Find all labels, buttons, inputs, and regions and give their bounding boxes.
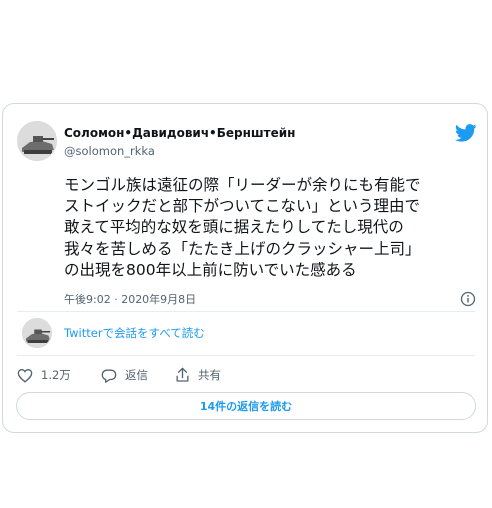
reply-button[interactable]: 返信 [101,365,148,385]
divider [17,355,475,356]
divider [17,311,475,312]
reply-icon [101,369,117,383]
read-conversation-link[interactable]: Twitterで会話をすべて読む [64,325,205,341]
like-count: 1.2万 [41,368,71,382]
tweet-timestamp[interactable]: 午後9:02 · 2020年9月8日 [64,291,196,307]
tweet-text-line: 敢えて平均的な奴を頭に据えたりしてたし現代の [64,218,404,237]
author-avatar[interactable] [17,121,57,161]
like-button[interactable]: 1.2万 [17,365,71,385]
read-replies-button[interactable]: 14件の返信を読む [16,392,476,420]
share-icon [176,367,189,382]
share-button[interactable]: 共有 [175,365,221,385]
conversation-avatar[interactable] [22,318,52,348]
tweet-embed-card: Соломон•Давидович•Бернштейн @solomon_rkk… [2,103,488,433]
tweet-text-line: ストイックだと部下がついてこない」という理由で [64,197,421,216]
author-handle[interactable]: @solomon_rkka [64,144,155,158]
tweet-text-line: の出現を800年以上前に防いでいた感ある [64,260,357,279]
info-icon[interactable] [460,291,476,307]
share-label: 共有 [198,368,221,382]
reply-label: 返信 [125,368,148,382]
twitter-bird-icon[interactable] [454,124,477,142]
tweet-text: モンゴル族は遠征の際「リーダーが余りにも有能で ストイックだと部下がついてこない… [64,175,484,281]
tweet-text-line: モンゴル族は遠征の際「リーダーが余りにも有能で [64,176,421,194]
author-name[interactable]: Соломон•Давидович•Бернштейн [64,126,295,140]
heart-icon [17,368,33,383]
tweet-text-line: 我々を苦しめる「たたき上げのクラッシャー上司」 [64,239,421,258]
